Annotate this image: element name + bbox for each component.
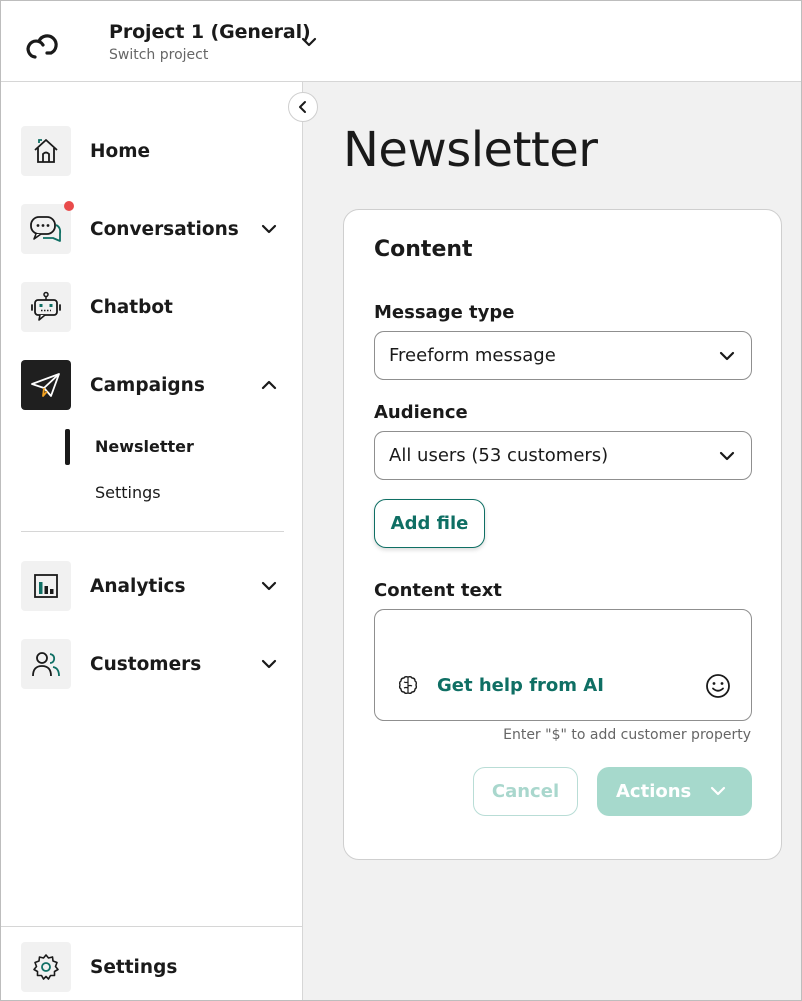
page-title: Newsletter (343, 122, 598, 178)
sidebar-item-label: Home (90, 140, 151, 162)
message-type-select[interactable]: Freeform message (374, 331, 752, 380)
sidebar-item-customers[interactable]: Customers (21, 639, 283, 689)
audience-value: All users (53 customers) (389, 445, 609, 466)
sidebar-bottom-divider (1, 926, 303, 927)
project-title[interactable]: Project 1 (General) (109, 21, 311, 43)
chevron-left-icon (299, 101, 306, 113)
customers-icon-box (21, 639, 71, 689)
cancel-button[interactable]: Cancel (473, 767, 578, 816)
sidebar-item-home[interactable]: Home (21, 126, 283, 176)
chevron-down-icon[interactable] (259, 576, 279, 596)
collapse-sidebar-button[interactable] (288, 92, 318, 122)
chevron-down-icon (710, 786, 726, 796)
campaign-icon-box (21, 360, 71, 410)
sidebar-item-conversations[interactable]: Conversations (21, 201, 283, 254)
app-logo-icon (26, 34, 58, 59)
sidebar-subitem-newsletter[interactable]: Newsletter (95, 437, 194, 456)
content-text-input[interactable]: Get help from AI (374, 609, 752, 721)
project-subtitle[interactable]: Switch project (109, 47, 208, 63)
content-text-hint: Enter "$" to add customer property (503, 727, 751, 743)
chevron-down-icon[interactable] (259, 654, 279, 674)
gear-icon (33, 954, 59, 980)
chevron-down-icon[interactable] (259, 219, 279, 239)
card-title: Content (374, 237, 473, 262)
sidebar-item-label: Customers (90, 653, 202, 675)
app-window: Project 1 (General) Switch project Home (0, 0, 802, 1001)
actions-label: Actions (616, 781, 692, 802)
add-file-button[interactable]: Add file (374, 499, 485, 548)
analytics-icon-box (21, 561, 71, 611)
sidebar-divider (21, 531, 284, 532)
sidebar: Home Conversations Chatbot Campaigns New… (1, 82, 303, 1000)
robot-icon (31, 291, 61, 321)
home-icon-box (21, 126, 71, 176)
settings-icon-box (21, 942, 71, 992)
chat-icon-box (21, 201, 74, 254)
sidebar-item-label: Campaigns (90, 374, 205, 396)
active-subitem-indicator (65, 429, 70, 465)
audience-label: Audience (374, 402, 468, 423)
sidebar-item-analytics[interactable]: Analytics (21, 561, 283, 611)
content-text-label: Content text (374, 580, 502, 601)
sidebar-item-settings[interactable]: Settings (21, 942, 283, 992)
top-bar: Project 1 (General) Switch project (1, 1, 801, 82)
home-icon (34, 139, 58, 163)
bar-chart-icon (34, 574, 58, 598)
sidebar-item-label: Chatbot (90, 296, 173, 318)
chat-bubbles-icon (30, 216, 62, 242)
brain-icon (398, 675, 418, 695)
sidebar-subitem-settings[interactable]: Settings (95, 483, 161, 502)
actions-button[interactable]: Actions (597, 767, 752, 816)
sidebar-item-label: Conversations (90, 218, 239, 240)
ai-help-label: Get help from AI (437, 674, 604, 696)
sidebar-item-chatbot[interactable]: Chatbot (21, 282, 283, 332)
ai-help-button[interactable]: Get help from AI (397, 674, 604, 696)
message-type-label: Message type (374, 302, 515, 323)
content-card: Content Message type Freeform message Au… (343, 209, 782, 860)
sidebar-item-label: Settings (90, 956, 178, 978)
robot-icon-box (21, 282, 71, 332)
chevron-down-icon (719, 451, 735, 461)
audience-select[interactable]: All users (53 customers) (374, 431, 752, 480)
emoji-icon[interactable] (705, 673, 731, 699)
paper-plane-icon (31, 373, 60, 397)
sidebar-item-label: Analytics (90, 575, 186, 597)
chevron-down-icon[interactable] (299, 32, 319, 52)
users-icon (32, 652, 60, 677)
sidebar-item-campaigns[interactable]: Campaigns (21, 360, 283, 410)
notification-dot (64, 201, 74, 211)
chevron-up-icon[interactable] (259, 375, 279, 395)
chevron-down-icon (719, 351, 735, 361)
message-type-value: Freeform message (389, 345, 556, 366)
